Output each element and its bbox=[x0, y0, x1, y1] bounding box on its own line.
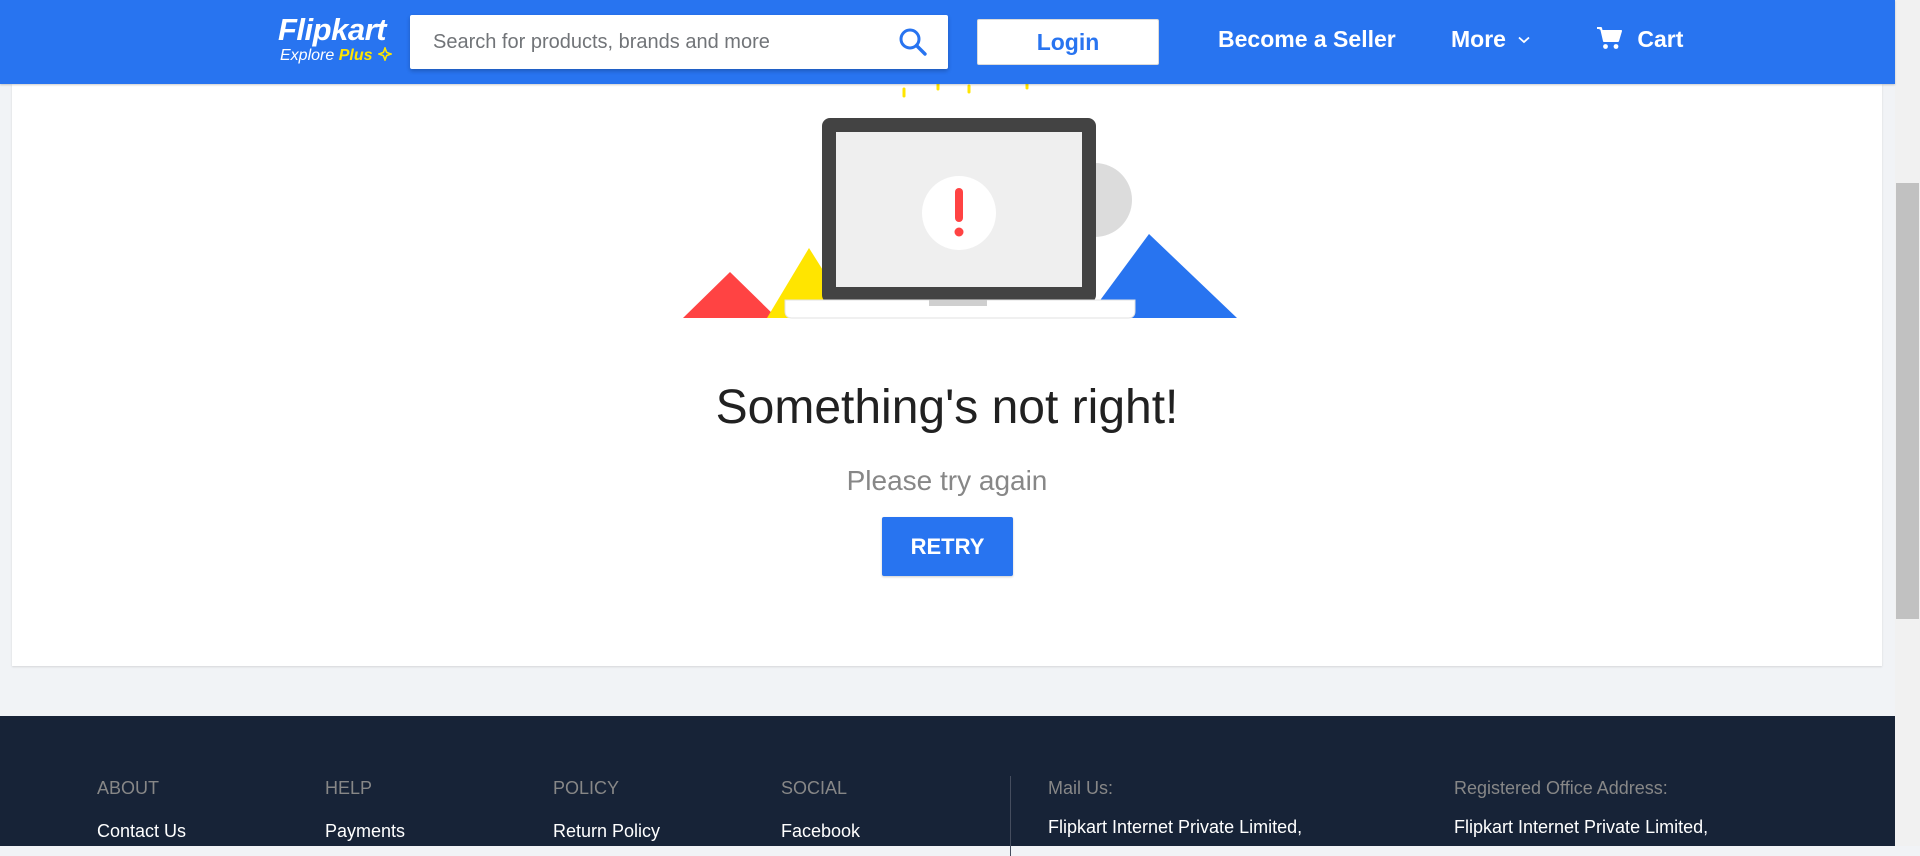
logo-name: Flipkart bbox=[278, 12, 386, 47]
footer-link-contact-us[interactable]: Contact Us bbox=[97, 821, 186, 842]
more-label: More bbox=[1451, 26, 1506, 52]
footer-registered-office: Registered Office Address: Flipkart Inte… bbox=[1454, 778, 1708, 838]
more-menu[interactable]: More bbox=[1451, 26, 1530, 53]
error-subtitle: Please try again bbox=[846, 465, 1048, 496]
cart-label: Cart bbox=[1637, 26, 1684, 52]
footer-link-payments[interactable]: Payments bbox=[325, 821, 405, 842]
footer-link-return-policy[interactable]: Return Policy bbox=[553, 821, 660, 842]
logo-tagline: Explore Plus bbox=[280, 45, 394, 65]
become-seller-link[interactable]: Become a Seller bbox=[1218, 26, 1396, 53]
cart-link[interactable]: Cart bbox=[1596, 26, 1683, 53]
footer-link-facebook[interactable]: Facebook bbox=[781, 821, 860, 842]
top-header: Flipkart Explore Plus Login Become a Sel… bbox=[0, 0, 1895, 84]
page-scrollbar[interactable] bbox=[1895, 0, 1920, 846]
logo-tagline-plus: Plus bbox=[338, 47, 373, 64]
cart-icon bbox=[1597, 27, 1622, 49]
warning-icon bbox=[922, 176, 996, 250]
error-illustration bbox=[683, 84, 1237, 319]
footer-heading: SOCIAL bbox=[781, 778, 848, 798]
footer-heading: ABOUT bbox=[97, 778, 160, 798]
footer-divider bbox=[1010, 776, 1011, 856]
footer-office-address: Flipkart Internet Private Limited, bbox=[1454, 817, 1709, 837]
error-title: Something's not right! bbox=[715, 381, 1179, 434]
footer-heading: Mail Us: bbox=[1048, 778, 1114, 798]
retry-button[interactable]: RETRY bbox=[882, 517, 1013, 576]
footer-column-about: ABOUT Contact Us bbox=[97, 778, 186, 842]
footer-column-policy: POLICY Return Policy bbox=[553, 778, 660, 842]
logo-tagline-prefix: Explore bbox=[280, 47, 335, 64]
chevron-down-icon bbox=[1518, 36, 1530, 44]
flipkart-logo[interactable]: Flipkart Explore Plus bbox=[278, 12, 394, 68]
footer-mail-us: Mail Us: Flipkart Internet Private Limit… bbox=[1048, 778, 1302, 838]
search-icon[interactable] bbox=[898, 27, 928, 57]
footer-heading: HELP bbox=[325, 778, 373, 798]
footer-column-social: SOCIAL Facebook bbox=[781, 778, 860, 842]
error-card: Something's not right! Please try again … bbox=[12, 84, 1882, 666]
scrollbar-thumb[interactable] bbox=[1896, 183, 1919, 619]
footer-mail-address: Flipkart Internet Private Limited, bbox=[1048, 817, 1303, 837]
footer-column-help: HELP Payments bbox=[325, 778, 405, 842]
search-bar bbox=[410, 15, 948, 69]
login-button[interactable]: Login bbox=[977, 19, 1159, 65]
plus-icon bbox=[376, 45, 394, 63]
search-input[interactable] bbox=[410, 15, 880, 69]
footer: ABOUT Contact Us HELP Payments POLICY Re… bbox=[0, 716, 1895, 856]
footer-heading: POLICY bbox=[553, 778, 620, 798]
footer-heading: Registered Office Address: bbox=[1454, 778, 1668, 798]
